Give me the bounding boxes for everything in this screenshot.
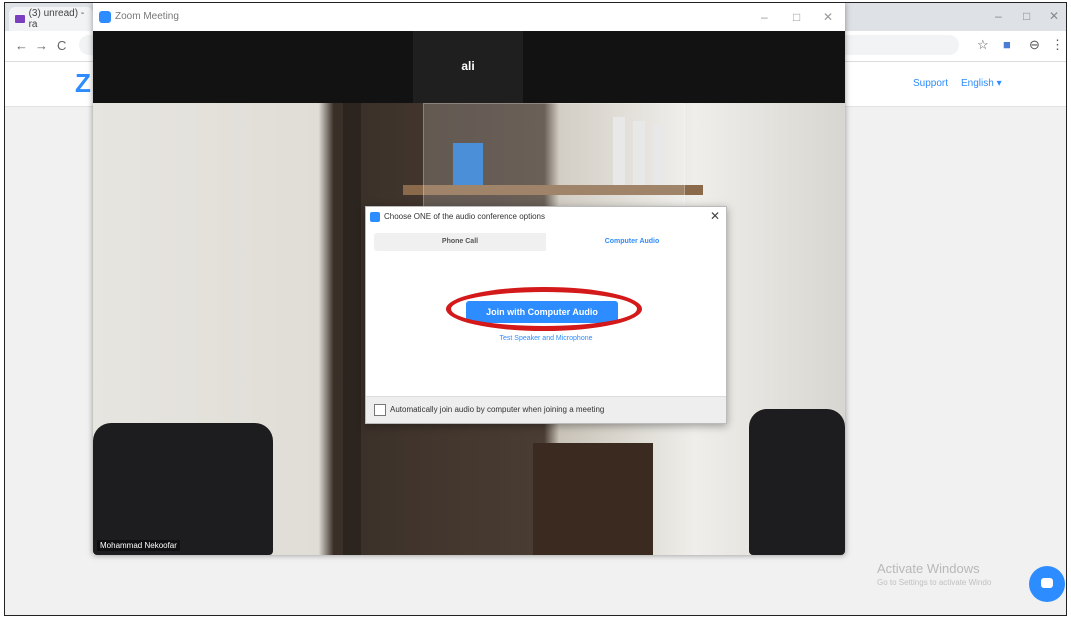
binder xyxy=(653,125,665,185)
browser-menu-icon[interactable]: ⋮ xyxy=(1051,37,1064,53)
browser-tab[interactable]: (3) unread) - ra xyxy=(9,7,93,31)
zoom-window-title: Zoom Meeting xyxy=(115,11,179,22)
mail-icon xyxy=(15,15,25,23)
back-arrow-icon[interactable]: ← xyxy=(15,38,28,53)
dialog-footer: Automatically join audio by computer whe… xyxy=(366,396,726,423)
browser-restore-button[interactable]: □ xyxy=(1023,9,1030,23)
forward-arrow-icon[interactable]: → xyxy=(35,38,48,53)
office-chair-right xyxy=(749,409,845,555)
participant-strip: ali xyxy=(93,31,845,103)
shelf-post xyxy=(343,103,361,555)
zoom-app-icon xyxy=(370,212,380,222)
support-link[interactable]: Support xyxy=(913,78,948,89)
binder xyxy=(613,117,625,185)
language-selector[interactable]: English ▾ xyxy=(961,78,1002,89)
dialog-close-icon[interactable]: ✕ xyxy=(710,209,720,223)
auto-join-checkbox[interactable] xyxy=(374,404,386,416)
zoom-title-bar: Zoom Meeting – □ ✕ xyxy=(93,3,845,31)
chat-bubble-button[interactable] xyxy=(1029,566,1065,602)
star-icon[interactable]: ☆ xyxy=(977,37,989,53)
self-name-label: Mohammad Nekoofar xyxy=(97,540,180,551)
browser-tab-title: (3) unread) - ra xyxy=(28,8,85,30)
audio-options-dialog: Choose ONE of the audio conference optio… xyxy=(365,206,727,424)
zoom-restore-button[interactable]: □ xyxy=(793,10,800,24)
reload-icon[interactable]: C xyxy=(57,38,66,53)
audio-tabs: Phone Call Computer Audio xyxy=(374,233,718,251)
browser-close-button[interactable]: ✕ xyxy=(1049,9,1059,23)
screen-frame: (3) unread) - ra – □ ✕ ← → C ☆ ■ ⊖ ⋮ Z S… xyxy=(4,2,1067,616)
zoom-app-icon xyxy=(99,11,111,23)
chat-icon xyxy=(1041,578,1053,588)
participant-thumbnail[interactable]: ali xyxy=(413,31,523,103)
join-computer-audio-button[interactable]: Join with Computer Audio xyxy=(466,301,618,323)
activate-windows-title: Activate Windows xyxy=(877,561,980,576)
tab-computer-audio[interactable]: Computer Audio xyxy=(546,233,718,251)
dialog-title: Choose ONE of the audio conference optio… xyxy=(384,212,545,221)
dialog-header: Choose ONE of the audio conference optio… xyxy=(366,207,726,229)
browser-minimize-button[interactable]: – xyxy=(995,9,1002,23)
zoom-logo[interactable]: Z xyxy=(75,68,91,99)
binder xyxy=(633,121,645,185)
profile-icon[interactable]: ⊖ xyxy=(1029,37,1040,53)
extension-icon[interactable]: ■ xyxy=(1003,37,1011,52)
books xyxy=(533,443,653,555)
auto-join-label: Automatically join audio by computer whe… xyxy=(390,405,605,414)
office-chair-left xyxy=(93,423,273,555)
participant-name: ali xyxy=(461,59,475,73)
zoom-close-button[interactable]: ✕ xyxy=(823,10,833,24)
tab-phone-call[interactable]: Phone Call xyxy=(374,233,546,251)
blue-box xyxy=(453,143,483,185)
zoom-minimize-button[interactable]: – xyxy=(761,10,768,24)
test-speaker-link[interactable]: Test Speaker and Microphone xyxy=(366,335,726,342)
activate-windows-subtitle: Go to Settings to activate Windo xyxy=(877,578,992,587)
